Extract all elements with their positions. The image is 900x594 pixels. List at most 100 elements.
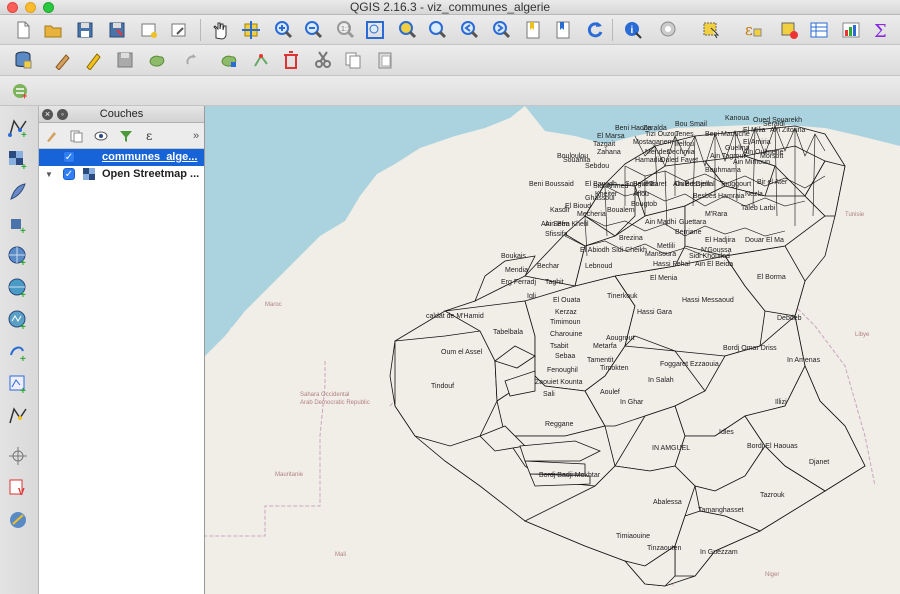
place-label: Sahara Occidental bbox=[300, 392, 349, 398]
add-raster-layer-icon[interactable]: + bbox=[4, 146, 32, 174]
commune-label: In Guezzam bbox=[700, 549, 738, 556]
zoom-window-button[interactable] bbox=[43, 2, 54, 13]
expand-arrow-icon[interactable]: ▼ bbox=[45, 166, 53, 183]
processing-toolbox-icon[interactable] bbox=[4, 506, 32, 534]
layer-visibility-checkbox[interactable]: ✓ bbox=[63, 168, 75, 180]
database-icon[interactable] bbox=[10, 47, 36, 73]
new-spatialite-layer-icon[interactable] bbox=[4, 402, 32, 430]
commune-label: Hassi Messaoud bbox=[682, 297, 734, 304]
svg-text:+: + bbox=[20, 258, 26, 267]
show-bookmarks-icon[interactable] bbox=[550, 17, 576, 43]
float-panel-button[interactable]: ◦ bbox=[57, 109, 68, 120]
vertex-tool-icon[interactable] bbox=[248, 47, 274, 73]
add-wms-layer-icon[interactable]: + bbox=[4, 242, 32, 270]
commune-label: Aougrout bbox=[606, 335, 634, 342]
layer-visibility-checkbox[interactable]: ✓ bbox=[63, 151, 75, 163]
commune-label: Mendia bbox=[505, 267, 528, 274]
chevron-right-icon[interactable]: » bbox=[187, 127, 205, 145]
new-print-composer-icon[interactable] bbox=[136, 17, 162, 43]
node-tool-icon[interactable] bbox=[216, 47, 242, 73]
commune-label: Oum el Assel bbox=[441, 349, 483, 356]
delete-selected-icon[interactable] bbox=[278, 47, 304, 73]
commune-label: Ain Zitouna bbox=[770, 127, 806, 134]
cut-features-icon[interactable] bbox=[310, 47, 336, 73]
commune-label: Taleb Larbi bbox=[741, 205, 776, 212]
add-virtual-layer-icon[interactable]: + bbox=[4, 338, 32, 366]
gps-crosshair-icon[interactable] bbox=[4, 442, 32, 470]
close-panel-button[interactable]: × bbox=[42, 109, 53, 120]
commune-label: Bir el Ater bbox=[757, 179, 788, 186]
map-canvas[interactable]: Kanoua Seraidi Ain Zitouna Zeralda Bou Smail… bbox=[205, 106, 900, 594]
save-project-icon[interactable] bbox=[72, 17, 98, 43]
filter-legend-icon[interactable] bbox=[117, 127, 135, 145]
minimize-window-button[interactable] bbox=[25, 2, 36, 13]
zoom-out-icon[interactable] bbox=[300, 17, 326, 43]
add-wcs-layer-icon[interactable]: + bbox=[4, 274, 32, 302]
select-by-expression-icon[interactable]: ε bbox=[740, 17, 766, 43]
commune-label: Timiaouine bbox=[616, 533, 650, 540]
svg-text:V: V bbox=[18, 487, 25, 498]
add-vector-layer-icon[interactable]: + bbox=[4, 114, 32, 142]
move-feature-icon[interactable] bbox=[180, 47, 206, 73]
commune-label: Igli bbox=[527, 293, 536, 300]
commune-label: Timimoun bbox=[550, 319, 581, 326]
current-edits-icon[interactable] bbox=[50, 47, 76, 73]
zoom-to-selection-icon[interactable] bbox=[394, 17, 420, 43]
svg-text:Σ: Σ bbox=[874, 21, 887, 40]
layer-item-communes[interactable]: ✓ communes_alge... bbox=[39, 149, 204, 166]
style-brush-icon[interactable] bbox=[43, 127, 61, 145]
filter-expression-icon[interactable]: ε bbox=[145, 127, 163, 145]
commune-label: Reggane bbox=[545, 421, 574, 428]
add-feature-icon[interactable] bbox=[144, 47, 170, 73]
composer-manager-icon[interactable] bbox=[166, 17, 192, 43]
commune-label: Lebnoud bbox=[585, 263, 612, 270]
field-calculator-icon[interactable]: Σ bbox=[868, 17, 894, 43]
commune-label: Guettara bbox=[679, 219, 706, 226]
commune-label: Kerzaz bbox=[555, 309, 577, 316]
place-label: Arab Democratic Republic bbox=[300, 400, 370, 406]
manage-visibility-icon[interactable] bbox=[93, 127, 111, 145]
zoom-last-icon[interactable] bbox=[456, 17, 482, 43]
measure-icon[interactable] bbox=[656, 17, 682, 43]
new-shapefile-layer-icon[interactable]: + bbox=[4, 370, 32, 398]
zoom-native-icon[interactable]: 1:1 bbox=[332, 17, 358, 43]
save-edits-icon[interactable] bbox=[112, 47, 138, 73]
map-drawing[interactable]: KanouaSeraidiAin ZitounaZeraldaBou Smail… bbox=[205, 106, 900, 594]
select-features-icon[interactable] bbox=[698, 17, 724, 43]
toggle-editing-icon[interactable] bbox=[80, 47, 106, 73]
save-as-icon[interactable] bbox=[104, 17, 130, 43]
copy-features-icon[interactable] bbox=[340, 47, 366, 73]
zoom-full-icon[interactable] bbox=[362, 17, 388, 43]
svg-text:ε: ε bbox=[745, 21, 753, 39]
new-project-icon[interactable] bbox=[10, 17, 36, 43]
paste-features-icon[interactable] bbox=[372, 47, 398, 73]
commune-label: Ain Mimoun bbox=[733, 159, 770, 166]
deselect-features-icon[interactable] bbox=[776, 17, 802, 43]
plugin-icon[interactable]: + bbox=[8, 78, 34, 104]
commune-label: Tinzaouten bbox=[647, 545, 681, 552]
pan-map-icon[interactable] bbox=[206, 17, 232, 43]
commune-label: Tazgait bbox=[593, 141, 615, 148]
commune-label: Taghit bbox=[545, 279, 564, 286]
add-group-icon[interactable] bbox=[67, 127, 85, 145]
georeferencer-icon[interactable]: V bbox=[4, 474, 32, 502]
add-wfs-layer-icon[interactable]: + bbox=[4, 306, 32, 334]
zoom-to-layer-icon[interactable] bbox=[424, 17, 450, 43]
pan-to-selection-icon[interactable] bbox=[238, 17, 264, 43]
close-window-button[interactable] bbox=[7, 2, 18, 13]
commune-label: El Menia bbox=[650, 275, 677, 282]
commune-label: Abalessa bbox=[653, 499, 682, 506]
layer-item-osm[interactable]: ▼ ✓ Open Streetmap ... bbox=[39, 166, 204, 183]
open-project-icon[interactable] bbox=[40, 17, 66, 43]
new-bookmark-icon[interactable] bbox=[520, 17, 546, 43]
commune-label: Erg Ferradj bbox=[501, 279, 536, 286]
refresh-icon[interactable] bbox=[582, 17, 608, 43]
add-spatialite-layer-icon[interactable]: + bbox=[4, 210, 32, 238]
attribute-table-icon[interactable] bbox=[806, 17, 832, 43]
statistics-icon[interactable] bbox=[838, 17, 864, 43]
zoom-in-icon[interactable] bbox=[270, 17, 296, 43]
identify-features-icon[interactable]: i bbox=[620, 17, 646, 43]
commune-label: Tizi Ouzou bbox=[645, 131, 678, 138]
zoom-next-icon[interactable] bbox=[488, 17, 514, 43]
add-delimited-text-layer-icon[interactable] bbox=[4, 178, 32, 206]
